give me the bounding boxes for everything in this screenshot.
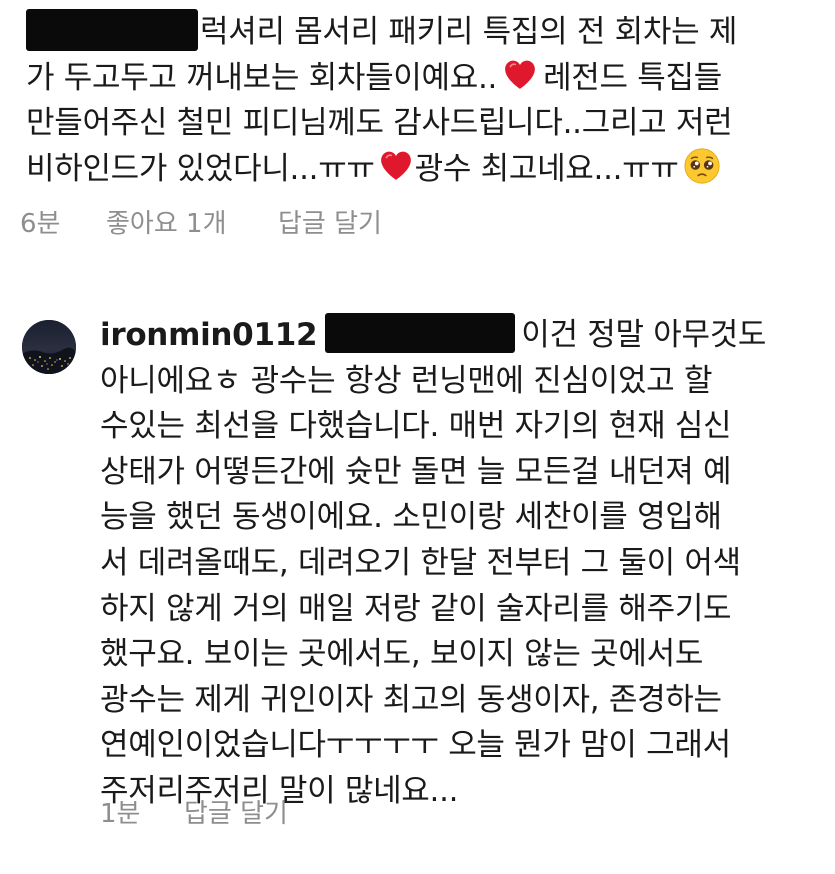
night-city-avatar-icon [22, 320, 76, 374]
comment-2-username[interactable]: ironmin0112 [100, 317, 318, 353]
comment-2-line-9: 광수는 제게 귀인이자 최고의 동생이자, 존경하는 [100, 681, 722, 718]
comment-2-text: ironmin0112 이건 정말 아무것도 아니에요ㅎ 광수는 항상 런닝맨에 … [100, 312, 820, 815]
comment-2-meta: 1분 답글 달기 [100, 793, 288, 830]
comment-1-likes[interactable]: 좋아요 1개 [106, 203, 278, 240]
comment-1-line-1: 럭셔리 몸서리 패키리 특집의 전 회차는 제 [26, 8, 816, 56]
comment-2-line-10: 연예인이었습니다ㅜㅜㅜㅜ 오늘 뭔가 맘이 그래서 [100, 727, 731, 764]
comment-1-reply-button[interactable]: 답글 달기 [278, 203, 382, 240]
redacted-mention-block [325, 312, 516, 353]
comment-1-line-3: 만들어주신 철민 피디님께도 감사드립니다..그리고 저런 [26, 105, 733, 141]
red-heart-icon [380, 151, 411, 180]
comment-2-line-3: 수있는 최선을 다했습니다. 매번 자기의 현재 심신 [100, 408, 732, 445]
pleading-face-icon [684, 148, 720, 184]
comment-2-time: 1분 [100, 799, 141, 829]
comment-1-text: 럭셔리 몸서리 패키리 특집의 전 회차는 제 가 두고두고 꺼내보는 회차들이… [26, 8, 816, 193]
comment-2-line-2: 아니에요ㅎ 광수는 항상 런닝맨에 진심이었고 할 [100, 362, 713, 399]
redacted-username-block [26, 8, 198, 51]
comment-1-line-4: 비하인드가 있었다니...ㅠㅠ 광수 최고네요...ㅠㅠ [26, 147, 816, 193]
comment-2-line-6: 서 데려올때도, 데려오기 한달 전부터 그 둘이 어색 [100, 544, 741, 581]
comment-2-reply-button[interactable]: 답글 달기 [184, 793, 288, 830]
avatar[interactable] [22, 320, 76, 374]
comment-2-line-4: 상태가 어떻든간에 슛만 돌면 늘 모든걸 내던져 예 [100, 453, 732, 490]
comment-2-line-7: 하지 않게 거의 매일 저랑 같이 술자리를 해주기도 [100, 590, 732, 627]
red-heart-icon [505, 60, 535, 89]
comment-2-line-5: 능을 했던 동생이에요. 소민이랑 세찬이를 영입해 [100, 499, 722, 536]
comment-1-time: 6분 [20, 209, 61, 239]
comment-1-line-2: 가 두고두고 꺼내보는 회차들이예요.. 레전드 특집들 [26, 59, 722, 96]
comment-1-meta: 6분 좋아요 1개 답글 달기 [20, 203, 382, 240]
comment-2-line-8: 했구요. 보이는 곳에서도, 보이지 않는 곳에서도 [100, 636, 704, 673]
comment-2-line-1: ironmin0112 이건 정말 아무것도 [100, 312, 820, 359]
